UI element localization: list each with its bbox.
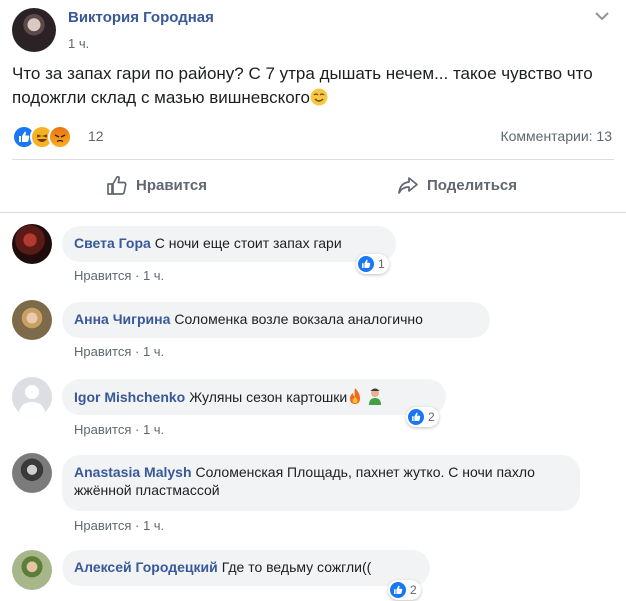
comment-like-link[interactable]: Нравится — [74, 268, 131, 283]
post-text-content: Что за запах гари по району? С 7 утра ды… — [12, 64, 593, 107]
share-button[interactable]: Поделиться — [397, 174, 517, 196]
like-reaction-icon — [390, 582, 406, 598]
comment-bubble: Алексей Городецкий Где то ведьму сожгли(( — [62, 550, 430, 586]
reactions-count[interactable]: 12 — [88, 128, 104, 144]
share-button-label: Поделиться — [427, 176, 518, 194]
comment-bubble: Igor Mishchenko Жуляны сезон картошки — [62, 379, 446, 415]
comment-like-link[interactable]: Нравится — [74, 518, 131, 533]
farmer-emoji-icon — [367, 387, 383, 409]
thumbs-up-icon — [107, 175, 127, 195]
comment-time[interactable]: 1 ч. — [143, 268, 164, 283]
comment-text: С ночи еще стоит запах гари — [154, 235, 342, 251]
share-arrow-icon — [398, 177, 418, 194]
comment-reactions-count: 2 — [428, 410, 435, 424]
comment-author[interactable]: Алексей Городецкий — [74, 559, 218, 575]
default-avatar-icon[interactable] — [12, 377, 52, 417]
facebook-post: Виктория Городная 1 ч. Что за запах гари… — [0, 0, 626, 600]
comment-author[interactable]: Анна Чигрина — [74, 311, 170, 327]
comment-author[interactable]: Anastasia Malysh — [74, 464, 192, 480]
comment-actions: Нравится · 1 ч. — [74, 268, 165, 283]
post-menu-chevron-icon[interactable] — [594, 10, 610, 22]
comment-text: Жуляны сезон картошки — [189, 389, 348, 405]
commenter-avatar[interactable] — [12, 224, 52, 264]
comment-reactions-count: 1 — [378, 257, 385, 271]
comment-author[interactable]: Света Гора — [74, 235, 151, 251]
angry-reaction-icon — [48, 125, 72, 149]
post-timestamp[interactable]: 1 ч. — [68, 36, 214, 51]
comments-count-link[interactable]: Комментарии: 13 — [500, 128, 612, 144]
divider — [0, 212, 626, 213]
like-button-label: Нравится — [136, 176, 208, 194]
comment-like-link[interactable]: Нравится — [74, 344, 131, 359]
comment-author[interactable]: Igor Mishchenko — [74, 389, 185, 405]
comment-actions: Нравится · 1 ч. — [74, 518, 165, 533]
smile-emoji-icon — [310, 88, 328, 113]
post-header: Виктория Городная 1 ч. — [12, 8, 214, 52]
like-button[interactable]: Нравится — [106, 174, 207, 196]
author-avatar[interactable] — [12, 8, 56, 52]
author-name[interactable]: Виктория Городная — [68, 9, 214, 26]
commenter-avatar[interactable] — [12, 300, 52, 340]
post-text: Что за запах гари по району? С 7 утра ды… — [12, 62, 612, 113]
comment-bubble: Света Гора С ночи еще стоит запах гари — [62, 226, 396, 262]
comment-reactions[interactable]: 1 — [356, 254, 389, 274]
post-action-bar: Нравится Поделиться — [12, 160, 614, 212]
commenter-avatar[interactable] — [12, 453, 52, 493]
comment-bubble: Anastasia Malysh Соломенская Площадь, пах… — [62, 455, 580, 511]
comment-bubble: Анна Чигрина Соломенка возле вокзала анал… — [62, 302, 490, 338]
comment-time[interactable]: 1 ч. — [143, 518, 164, 533]
comment-reactions[interactable]: 2 — [406, 407, 439, 427]
reaction-icons[interactable] — [12, 125, 72, 149]
comment-reactions-count: 2 — [410, 583, 417, 597]
commenter-avatar[interactable] — [12, 550, 52, 590]
comment-text: Где то ведьму сожгли(( — [221, 559, 372, 575]
reactions-summary: 12 Комментарии: 13 — [12, 125, 612, 149]
comment-actions: Нравится · 1 ч. — [74, 344, 165, 359]
comment-time[interactable]: 1 ч. — [143, 344, 164, 359]
fire-emoji-icon — [347, 387, 363, 409]
like-reaction-icon — [408, 409, 424, 425]
comment-time[interactable]: 1 ч. — [143, 422, 164, 437]
like-reaction-icon — [358, 256, 374, 272]
comment-like-link[interactable]: Нравится — [74, 422, 131, 437]
comment-actions: Нравится · 1 ч. — [74, 422, 165, 437]
comment-text: Соломенка возле вокзала аналогично — [174, 311, 423, 327]
comment-reactions[interactable]: 2 — [388, 580, 421, 600]
